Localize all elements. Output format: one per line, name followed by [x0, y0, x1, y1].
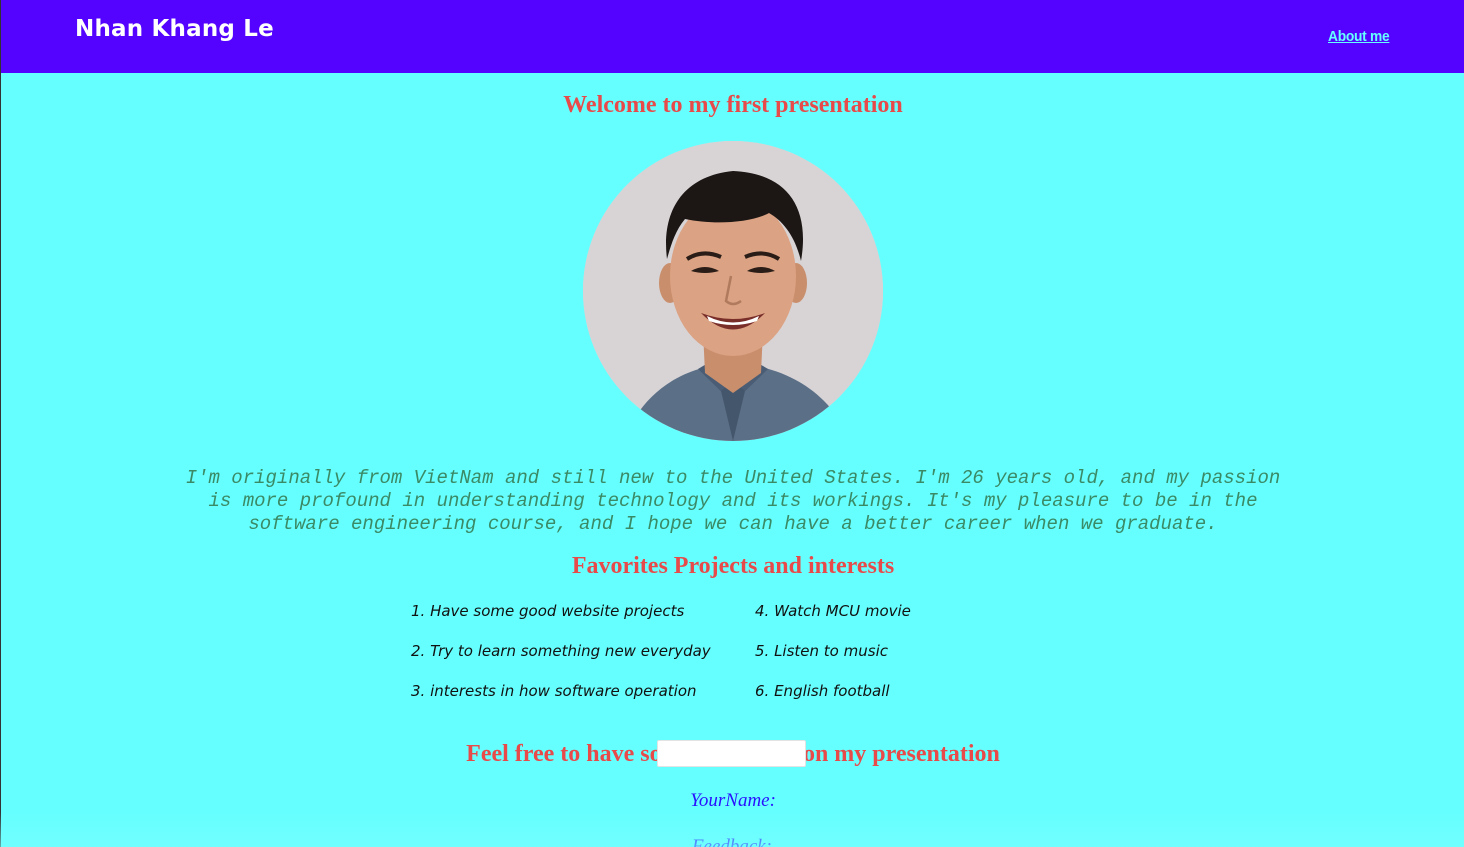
projects-list-left: 1. Have some good website projects 2. Tr… — [411, 601, 711, 721]
welcome-heading: Welcome to my first presentation — [563, 92, 903, 118]
profile-photo — [583, 141, 883, 441]
top-navbar: Nhan Khang Le About me — [0, 0, 1464, 73]
list-item: 1. Have some good website projects — [411, 602, 685, 620]
projects-list-right: 4. Watch MCU movie 5. Listen to music 6.… — [755, 601, 911, 721]
list-item: 6. English football — [755, 682, 890, 700]
brand-name: Nhan Khang Le — [75, 16, 274, 42]
list-item: 3. interests in how software operation — [411, 682, 697, 700]
intro-line: I'm originally from VietNam and still ne… — [185, 467, 1281, 489]
your-name-label: YourName: — [690, 790, 776, 811]
your-name-input[interactable] — [657, 740, 806, 767]
projects-heading: Favorites Projects and interests — [571, 553, 895, 579]
intro-line: is more profound in understanding techno… — [208, 490, 1258, 512]
feedback-label: Feedback: — [691, 836, 773, 847]
intro-line: software engineering course, and I hope … — [248, 513, 1218, 535]
list-item: 5. Listen to music — [755, 642, 888, 660]
about-me-link[interactable]: About me — [1328, 28, 1390, 45]
intro-paragraph: I'm originally from VietNam and still ne… — [141, 467, 1325, 536]
list-item: 4. Watch MCU movie — [755, 602, 911, 620]
list-item: 2. Try to learn something new everyday — [411, 642, 711, 660]
profile-photo-icon — [583, 141, 883, 441]
main-content: Welcome to my first presentation I'm ori… — [0, 73, 1464, 847]
